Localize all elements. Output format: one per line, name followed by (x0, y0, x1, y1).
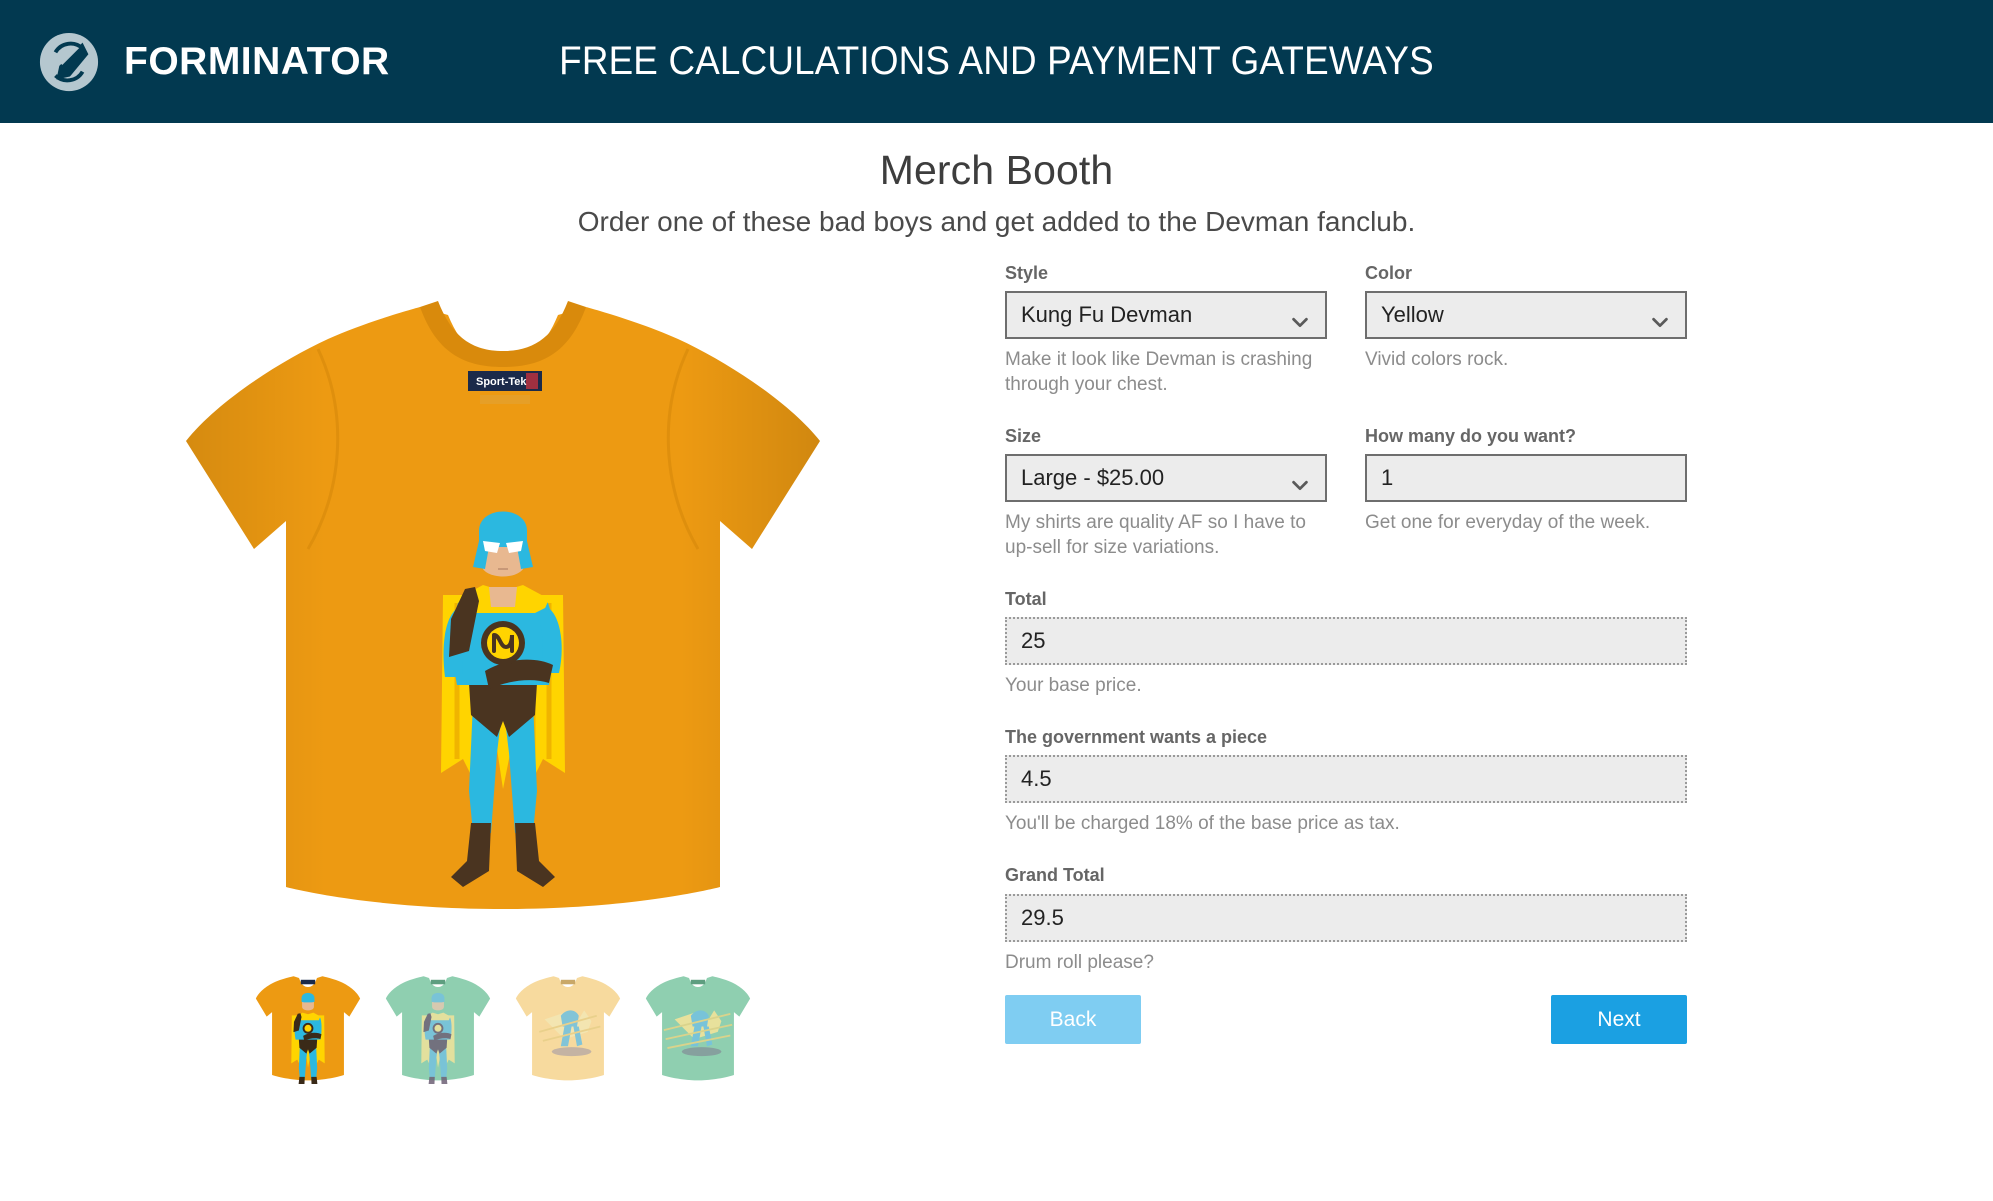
size-select[interactable]: Large - $25.00 (1005, 454, 1327, 503)
page-subtitle: Order one of these bad boys and get adde… (577, 206, 1416, 238)
row-size-quantity: Size Large - $25.00 My shirts are qualit… (1005, 426, 1743, 579)
field-quantity: How many do you want? 1 Get one for ever… (1365, 426, 1687, 561)
thumb-pale-yellow[interactable] (514, 969, 622, 1084)
page-title: Merch Booth (879, 147, 1114, 193)
order-form: Style Kung Fu Devman Make it look like D… (1005, 263, 1993, 1084)
field-total: Total 25 Your base price. (1005, 589, 1687, 699)
tax-value: 4.5 (1021, 766, 1052, 792)
shirt-preview-image: Sport-Tek (158, 263, 848, 963)
grand-total-value-field: 29.5 (1005, 893, 1687, 942)
chevron-down-icon (1649, 304, 1671, 328)
thumb-mint-2[interactable] (644, 969, 752, 1084)
page-head: Merch Booth Order one of these bad boys … (0, 123, 1993, 241)
row-style-color: Style Kung Fu Devman Make it look like D… (1005, 263, 1743, 416)
quantity-help: Get one for everyday of the week. (1365, 512, 1651, 534)
quantity-input-value: 1 (1381, 465, 1394, 491)
color-help: Vivid colors rock. (1365, 349, 1509, 371)
total-label: Total (1005, 588, 1047, 609)
field-tax: The government wants a piece 4.5 You'll … (1005, 727, 1687, 837)
total-value: 25 (1021, 628, 1046, 654)
field-grand-total: Grand Total 29.5 Drum roll please? (1005, 865, 1687, 975)
brand: FORMINATOR (38, 31, 390, 93)
tax-label: The government wants a piece (1005, 726, 1268, 747)
size-help: My shirts are quality AF so I have to up… (1005, 512, 1306, 558)
chevron-down-icon (1289, 304, 1311, 328)
tax-value-field: 4.5 (1005, 755, 1687, 804)
thumb-mint-1[interactable] (384, 969, 492, 1084)
content: Sport-Tek Style Kung Fu Devman Make it l… (0, 241, 1993, 1084)
grand-total-help: Drum roll please? (1005, 951, 1154, 973)
color-select[interactable]: Yellow (1365, 291, 1687, 340)
chevron-down-icon (1289, 467, 1311, 491)
forminator-logo-icon (38, 31, 100, 93)
quantity-label: How many do you want? (1365, 425, 1577, 446)
brand-name: FORMINATOR (124, 40, 390, 83)
field-size: Size Large - $25.00 My shirts are qualit… (1005, 426, 1327, 561)
style-select-value: Kung Fu Devman (1021, 302, 1193, 328)
next-button[interactable]: Next (1551, 995, 1687, 1045)
grand-total-label: Grand Total (1005, 865, 1105, 886)
style-label: Style (1005, 262, 1049, 283)
total-value-field: 25 (1005, 617, 1687, 666)
grand-total-value: 29.5 (1021, 904, 1064, 930)
size-label: Size (1005, 425, 1042, 446)
style-select[interactable]: Kung Fu Devman (1005, 291, 1327, 340)
thumb-orange[interactable] (254, 969, 362, 1084)
quantity-input[interactable]: 1 (1365, 454, 1687, 503)
size-select-value: Large - $25.00 (1021, 465, 1165, 491)
total-help: Your base price. (1005, 675, 1142, 697)
field-style: Style Kung Fu Devman Make it look like D… (1005, 263, 1327, 398)
svg-text:Sport-Tek: Sport-Tek (476, 376, 527, 388)
product-preview-column: Sport-Tek (0, 263, 1005, 1084)
style-help: Make it look like Devman is crashing thr… (1005, 349, 1313, 395)
field-color: Color Yellow Vivid colors rock. (1365, 263, 1687, 398)
app-header: FORMINATOR FREE CALCULATIONS AND PAYMENT… (0, 0, 1993, 123)
color-select-value: Yellow (1381, 302, 1444, 328)
back-button[interactable]: Back (1005, 995, 1141, 1045)
form-actions: Back Next (1005, 995, 1687, 1045)
tax-help: You'll be charged 18% of the base price … (1005, 813, 1400, 835)
thumbnail-strip[interactable] (254, 969, 752, 1084)
color-label: Color (1365, 262, 1412, 283)
